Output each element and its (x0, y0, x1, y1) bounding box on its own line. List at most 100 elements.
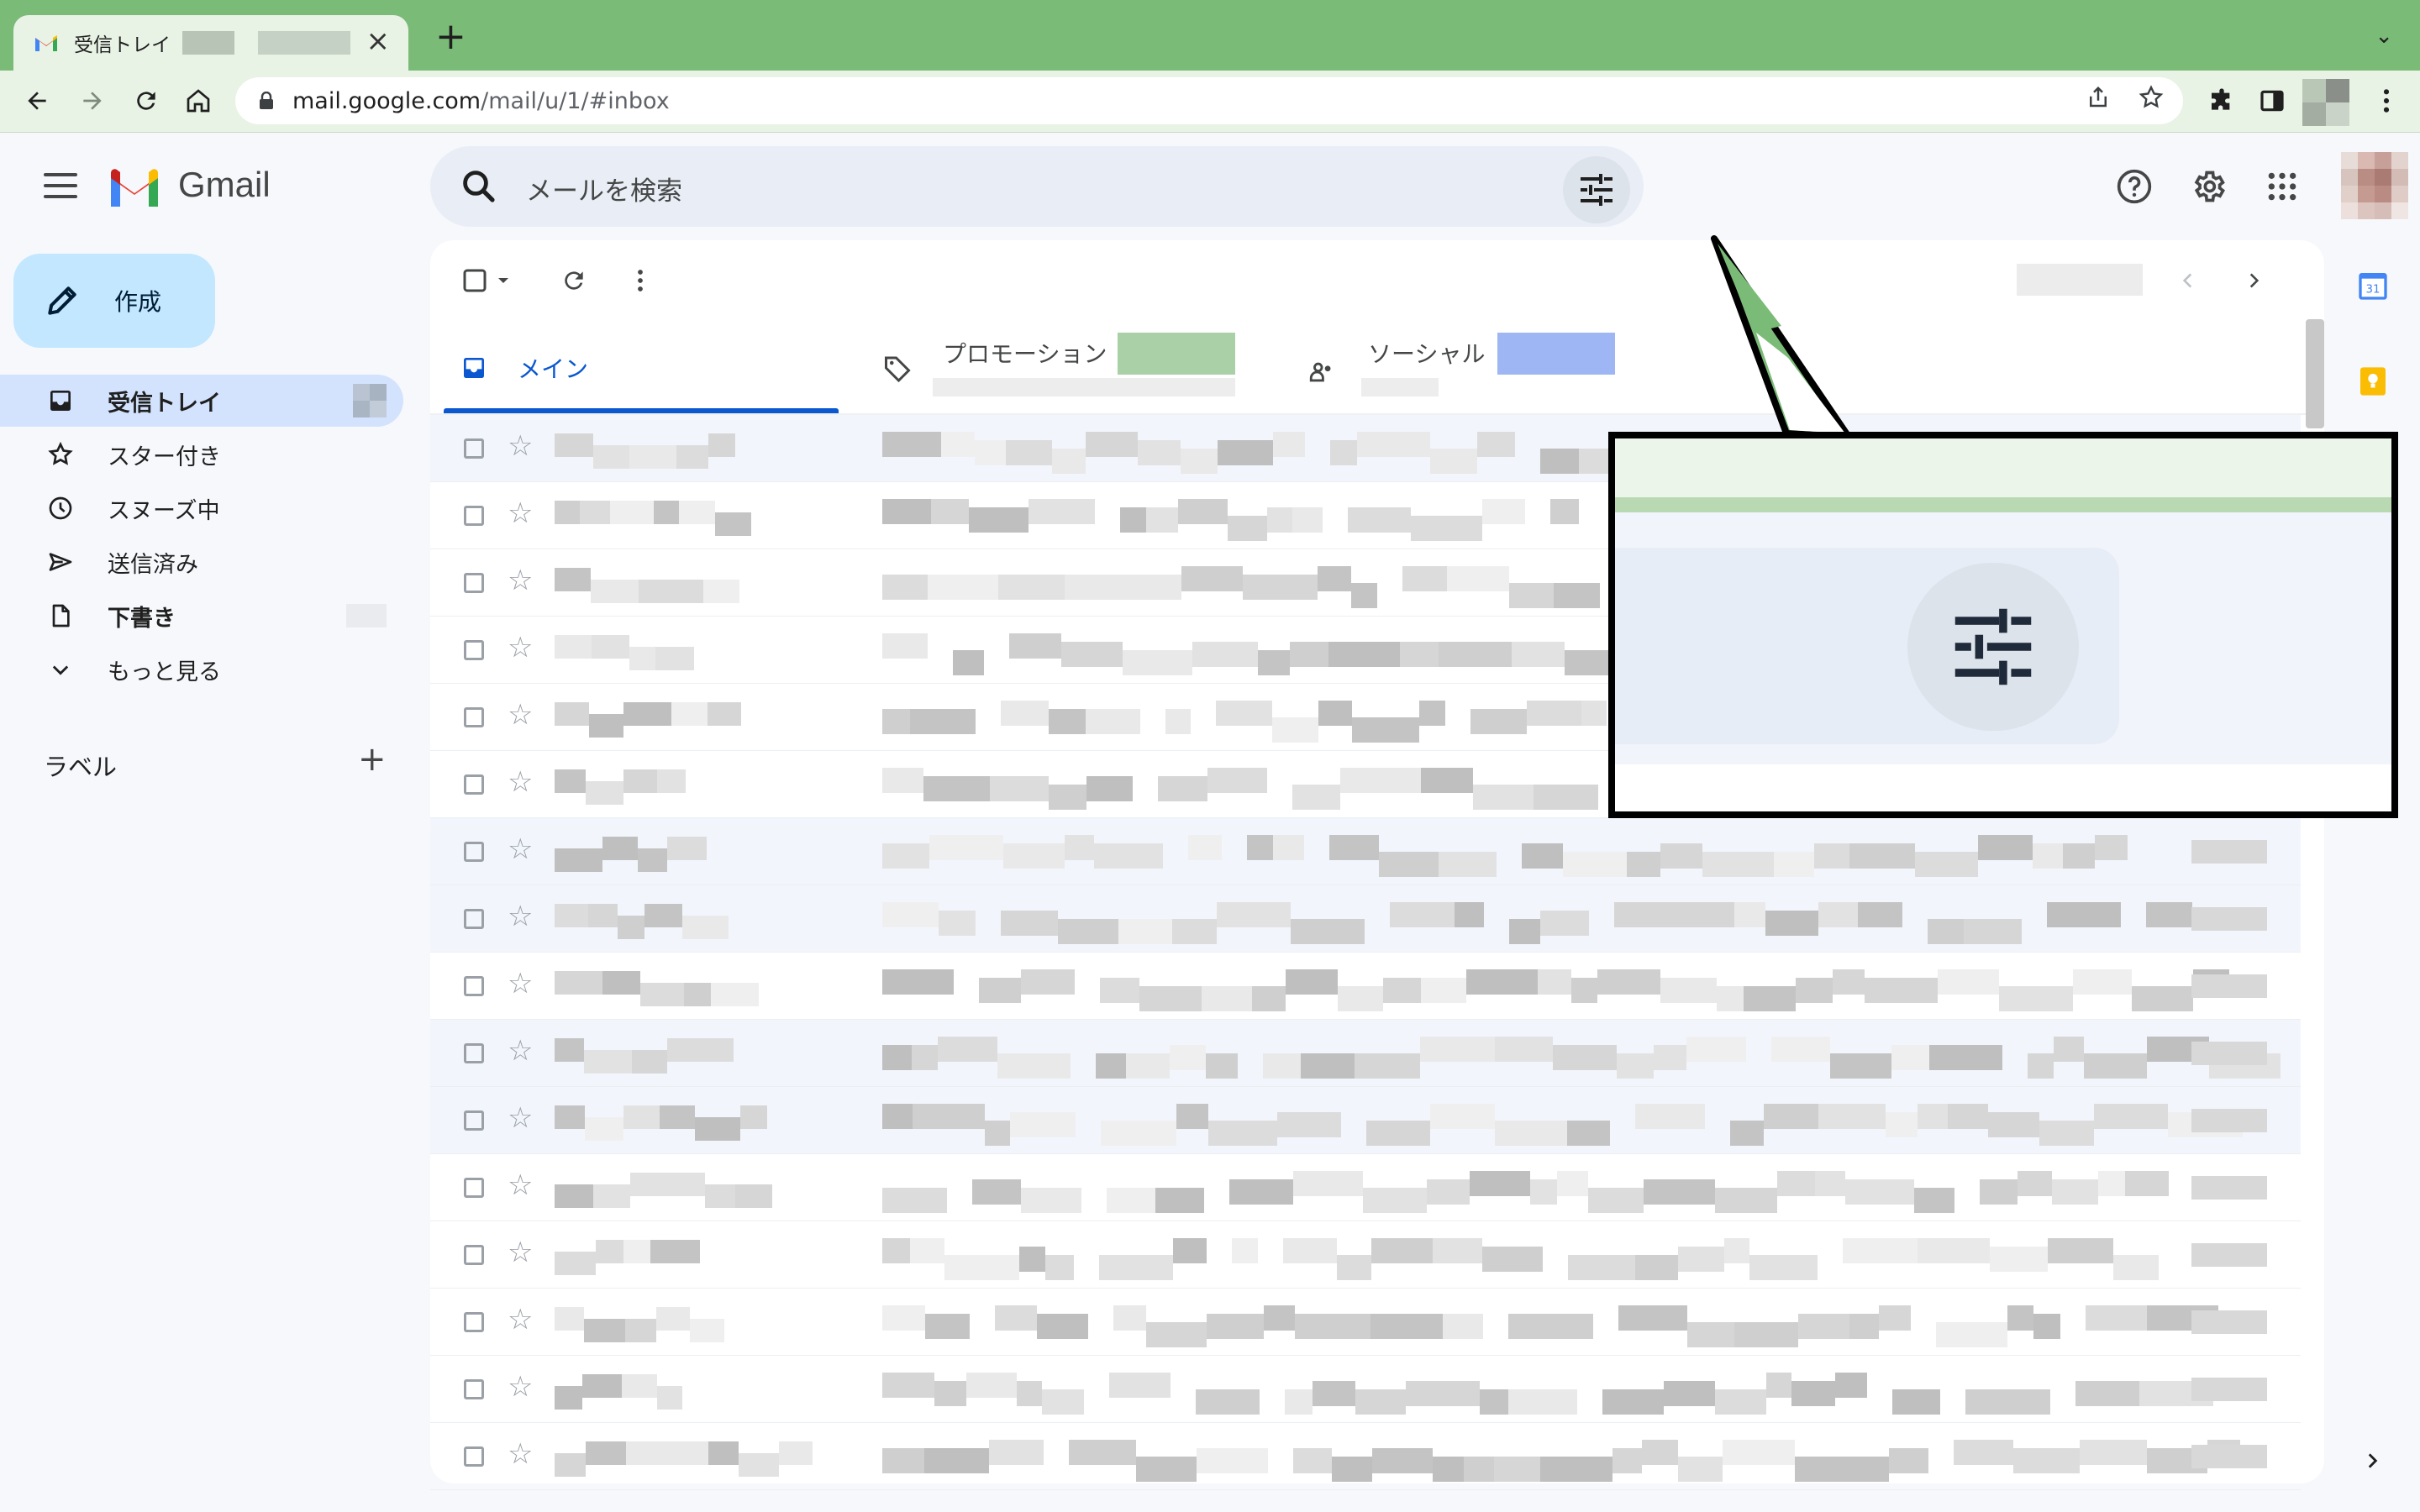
row-checkbox[interactable] (464, 1110, 484, 1131)
calendar-icon[interactable]: 31 (2356, 269, 2390, 302)
extensions-puzzle-icon[interactable] (2203, 82, 2240, 119)
browser-menu-icon[interactable] (2368, 82, 2405, 119)
new-tab-button[interactable]: + (435, 18, 466, 55)
row-checkbox[interactable] (464, 573, 484, 593)
older-page-chevron-icon[interactable] (2238, 262, 2269, 299)
row-checkbox[interactable] (464, 842, 484, 862)
row-star-icon[interactable]: ☆ (508, 768, 533, 796)
row-subject-redacted (882, 843, 929, 869)
help-icon[interactable] (2112, 165, 2156, 208)
table-row[interactable]: ☆ (430, 1221, 2301, 1289)
row-checkbox[interactable] (464, 774, 484, 795)
row-sender-redacted (644, 904, 682, 927)
tab-promotions[interactable]: プロモーション (865, 319, 1269, 413)
row-star-icon[interactable]: ☆ (508, 1373, 533, 1401)
row-checkbox[interactable] (464, 438, 484, 459)
table-row[interactable]: ☆ (430, 953, 2301, 1020)
back-button[interactable] (18, 82, 55, 119)
address-bar[interactable]: mail.google.com/mail/u/1/#inbox (235, 77, 2183, 124)
table-row[interactable]: ☆ (430, 1087, 2301, 1154)
row-star-icon[interactable]: ☆ (508, 633, 533, 662)
share-icon[interactable] (2086, 84, 2111, 118)
row-star-icon[interactable]: ☆ (508, 1104, 533, 1132)
sidebar-item-drafts[interactable]: 下書き (0, 590, 403, 642)
row-subject-redacted (1252, 986, 1286, 1011)
row-subject-redacted (1540, 449, 1579, 474)
row-star-icon[interactable]: ☆ (508, 835, 533, 864)
row-star-icon[interactable]: ☆ (508, 969, 533, 998)
row-star-icon[interactable]: ☆ (508, 1171, 533, 1200)
row-star-icon[interactable]: ☆ (508, 1238, 533, 1267)
browser-profile-avatar[interactable] (2302, 77, 2349, 128)
account-avatar[interactable] (2341, 151, 2408, 220)
expand-side-panel-chevron-icon[interactable] (2361, 1450, 2383, 1475)
forward-button[interactable] (74, 82, 111, 119)
row-checkbox[interactable] (464, 506, 484, 526)
table-row[interactable]: ☆ (430, 1423, 2301, 1490)
table-row[interactable]: ☆ (430, 885, 2301, 953)
sidebar-item-more[interactable]: もっと見る (0, 643, 403, 696)
tab-primary[interactable]: メイン (444, 319, 839, 413)
row-checkbox[interactable] (464, 1312, 484, 1332)
reload-button[interactable] (128, 82, 165, 119)
browser-tab-gmail[interactable]: 受信トレイ × (13, 15, 408, 71)
row-checkbox[interactable] (464, 976, 484, 996)
row-subject-redacted (969, 507, 1028, 533)
keep-icon[interactable] (2356, 365, 2390, 398)
sidebar-item-starred[interactable]: スター付き (0, 428, 403, 480)
row-subject-redacted (1892, 1389, 1940, 1415)
compose-button[interactable]: 作成 (13, 254, 215, 348)
search-options-button[interactable] (1563, 156, 1630, 223)
row-star-icon[interactable]: ☆ (508, 566, 533, 595)
settings-gear-icon[interactable] (2186, 165, 2230, 208)
row-star-icon[interactable]: ☆ (508, 1305, 533, 1334)
row-star-icon[interactable]: ☆ (508, 432, 533, 460)
row-star-icon[interactable]: ☆ (508, 701, 533, 729)
tab-social[interactable]: ソーシャル (1294, 319, 1697, 413)
sidebar-item-snoozed[interactable]: スヌーズ中 (0, 482, 403, 534)
scrollbar-thumb[interactable] (2306, 319, 2324, 428)
newer-page-chevron-icon[interactable] (2173, 262, 2203, 299)
row-checkbox[interactable] (464, 909, 484, 929)
more-options-icon[interactable] (623, 262, 657, 299)
table-row[interactable]: ☆ (430, 1020, 2301, 1087)
sidebar-item-sent[interactable]: 送信済み (0, 536, 403, 588)
row-checkbox[interactable] (464, 1178, 484, 1198)
side-panel-icon[interactable] (2254, 82, 2291, 119)
row-checkbox[interactable] (464, 1446, 484, 1467)
tab-close-icon[interactable]: × (366, 27, 391, 55)
row-subject-redacted (1886, 1112, 1918, 1137)
row-star-icon[interactable]: ☆ (508, 902, 533, 931)
row-checkbox[interactable] (464, 707, 484, 727)
refresh-icon[interactable] (555, 262, 593, 299)
callout-search-options-button[interactable] (1907, 563, 2079, 731)
sidebar-item-inbox[interactable]: 受信トレイ (0, 375, 403, 427)
apps-grid-icon[interactable] (2260, 165, 2304, 208)
row-subject-redacted (1086, 776, 1133, 801)
row-subject-redacted (1618, 1305, 1687, 1331)
row-sender-redacted (671, 702, 708, 726)
row-sender-redacted (625, 1319, 656, 1342)
tab-search-chevron-icon[interactable]: ⌄ (2375, 24, 2393, 49)
search-input[interactable]: メールを検索 (526, 170, 682, 207)
row-checkbox[interactable] (464, 1043, 484, 1063)
row-star-icon[interactable]: ☆ (508, 1037, 533, 1065)
select-all-checkbox[interactable] (459, 262, 518, 299)
row-checkbox[interactable] (464, 1379, 484, 1399)
row-star-icon[interactable]: ☆ (508, 1440, 533, 1468)
bookmark-star-icon[interactable] (2138, 84, 2165, 118)
table-row[interactable]: ☆ (430, 818, 2301, 885)
gmail-logo-icon[interactable] (108, 168, 161, 208)
row-checkbox[interactable] (464, 640, 484, 660)
add-label-button[interactable]: + (358, 743, 387, 776)
search-icon[interactable] (459, 166, 499, 207)
table-row[interactable]: ☆ (430, 1154, 2301, 1221)
row-subject-redacted (1865, 978, 1938, 1003)
table-row[interactable]: ☆ (430, 1289, 2301, 1356)
row-checkbox[interactable] (464, 1245, 484, 1265)
main-menu-icon[interactable] (44, 173, 77, 198)
table-row[interactable]: ☆ (430, 1356, 2301, 1423)
home-button[interactable] (180, 82, 217, 119)
send-icon (44, 545, 77, 579)
row-star-icon[interactable]: ☆ (508, 499, 533, 528)
